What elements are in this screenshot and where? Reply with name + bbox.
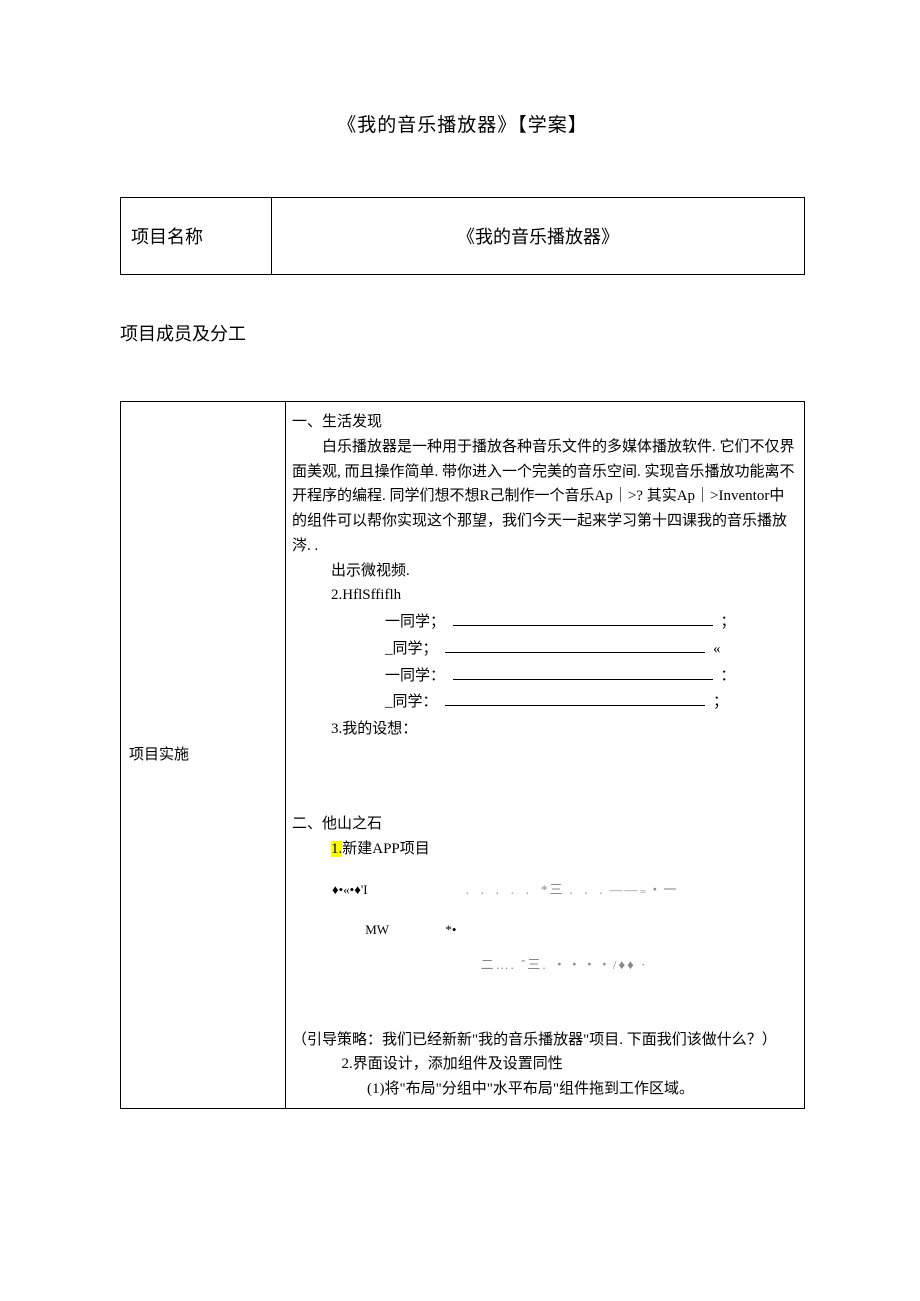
student2-end: « <box>713 641 721 657</box>
student-line-3: 一同学： ： <box>292 664 796 689</box>
figure-text-mid: ﹒﹒﹒﹒﹒ *三﹒﹒﹒——₌・一 <box>461 882 679 897</box>
figure-text-a: ♦•«•♦'I <box>332 882 368 897</box>
implementation-table: 项目实施 一、生活发现 白乐播放器是一种用于播放各种音乐文件的多媒体播放软件. … <box>120 401 805 1109</box>
section2-step2: 2.界面设计，添加组件及设置同性 <box>292 1052 796 1077</box>
section1-item3: 3.我的设想： <box>292 717 796 742</box>
implementation-content: 一、生活发现 白乐播放器是一种用于播放各种音乐文件的多媒体播放软件. 它们不仅界… <box>286 402 805 1109</box>
section1-paragraph: 白乐播放器是一种用于播放各种音乐文件的多媒体播放软件. 它们不仅界面美观, 而且… <box>292 435 796 559</box>
figure-text-c: 二…. ˆ三. ・・・・/♦♦ · <box>332 954 796 975</box>
document-title: 《我的音乐播放器》【学案】 <box>120 110 805 137</box>
blank-line[interactable] <box>445 638 705 653</box>
step1-number-highlight: 1. <box>331 841 342 857</box>
student4-label: _同学： <box>385 694 438 710</box>
student2-label: _同学； <box>385 641 438 657</box>
student3-end: ： <box>721 668 736 684</box>
blank-line[interactable] <box>453 612 713 627</box>
section2-heading: 二、他山之石 <box>292 812 796 837</box>
student-line-4: _同学： ； <box>292 690 796 715</box>
student1-end: ； <box>721 614 736 630</box>
figure-text-b-left: MW <box>365 922 389 937</box>
blank-line[interactable] <box>453 665 713 680</box>
step1-text: 新建APP项目 <box>342 841 430 857</box>
section1-item2: 2.HflSffiflh <box>292 583 796 608</box>
student3-label: 一同学： <box>385 668 445 684</box>
student-line-2: _同学； « <box>292 637 796 662</box>
section2-step1: 1.新建APP项目 <box>292 837 796 862</box>
blank-line[interactable] <box>445 692 705 707</box>
project-name-value: 《我的音乐播放器》 <box>272 198 805 275</box>
section1-heading: 一、生活发现 <box>292 410 796 435</box>
project-name-table: 项目名称 《我的音乐播放器》 <box>120 197 805 275</box>
members-heading: 项目成员及分工 <box>120 320 805 346</box>
student-line-1: 一同学； ； <box>292 610 796 635</box>
figure-text-b-right: *• <box>445 922 456 937</box>
implementation-label: 项目实施 <box>121 402 286 1109</box>
student1-label: 一同学； <box>385 614 445 630</box>
student4-end: ； <box>713 694 728 710</box>
section2-step2-sub1: (1)将"布局"分组中"水平布局"组件拖到工作区域。 <box>292 1077 796 1102</box>
show-video-text: 出示微视频. <box>292 559 796 584</box>
project-name-label: 项目名称 <box>121 198 272 275</box>
guide-strategy-text: （引导策略：我们已经新新"我的音乐播放器"项目. 下面我们该做什么？） <box>292 1028 796 1053</box>
figure-placeholder: ♦•«•♦'I ﹒﹒﹒﹒﹒ *三﹒﹒﹒——₌・一 MW *• 二…. ˆ三. ・… <box>292 861 796 1009</box>
